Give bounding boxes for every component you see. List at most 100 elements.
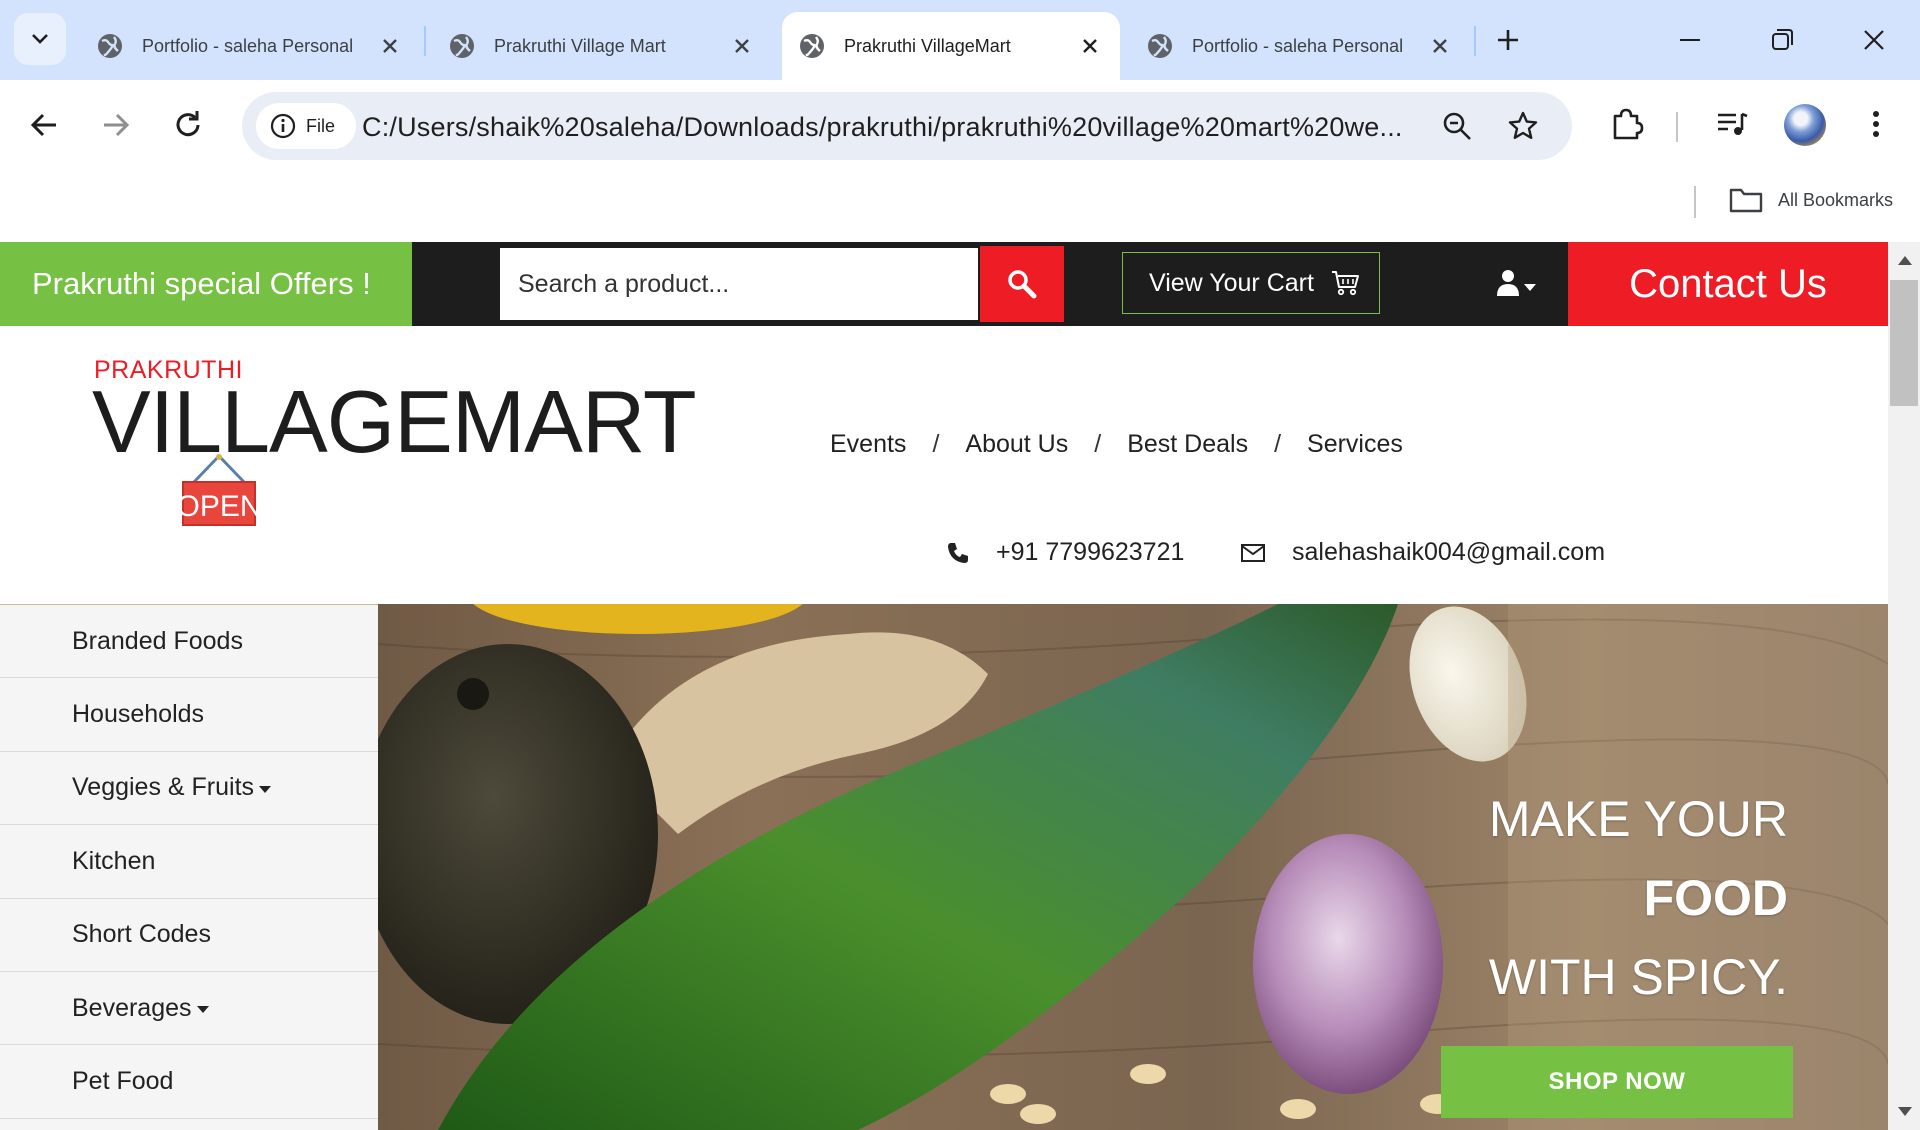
category-item-dropdown[interactable]: Beverages <box>0 972 378 1046</box>
globe-icon <box>1148 34 1172 58</box>
shopping-cart-icon <box>1331 271 1359 296</box>
browser-toolbar: File C:/Users/shaik%20saleha/Downloads/p… <box>0 80 1920 172</box>
category-item[interactable]: Branded Foods <box>0 605 378 679</box>
category-item[interactable]: Kitchen <box>0 825 378 899</box>
caret-down-icon <box>259 785 272 793</box>
back-arrow-icon[interactable] <box>26 107 62 143</box>
tab-divider <box>1474 26 1476 56</box>
search-input[interactable] <box>500 248 978 320</box>
phone-icon <box>948 542 968 563</box>
hero-line-1: MAKE YOUR <box>1488 791 1788 847</box>
search-button[interactable] <box>980 246 1064 322</box>
zoom-icon[interactable] <box>1440 109 1474 143</box>
nav-separator: / <box>1094 430 1102 458</box>
category-label: Pet Food <box>72 1067 174 1096</box>
search-box <box>498 246 980 322</box>
globe-icon <box>800 34 824 58</box>
browser-tab-active[interactable]: Prakruthi VillageMart <box>782 12 1120 80</box>
tab-title: Prakruthi VillageMart <box>844 35 1011 56</box>
restore-icon[interactable] <box>1766 24 1798 56</box>
site-top-bar: Prakruthi special Offers ! View Your Car… <box>0 242 1888 326</box>
nav-link-services[interactable]: Services <box>1307 430 1403 459</box>
bookmarks-bar: All Bookmarks <box>0 172 1920 242</box>
page-viewport: Prakruthi special Offers ! View Your Car… <box>0 242 1888 1130</box>
tab-title: Prakruthi Village Mart <box>494 35 666 56</box>
tab-title: Portfolio - saleha Personal <box>142 35 354 56</box>
forward-arrow-icon[interactable] <box>98 107 134 143</box>
browser-tab[interactable]: Portfolio - saleha Personal <box>80 12 420 80</box>
category-sidebar: Branded Foods Households Veggies & Fruit… <box>0 604 378 1130</box>
chip-label: File <box>306 115 336 136</box>
category-item[interactable]: Households <box>0 678 378 752</box>
tab-divider <box>424 26 426 56</box>
category-label: Branded Foods <box>72 626 243 655</box>
category-label: Kitchen <box>72 846 156 875</box>
phone-contact: +91 7799623721 <box>946 538 1184 567</box>
category-label: Short Codes <box>72 920 211 949</box>
category-item[interactable]: Pet Food <box>0 1045 378 1119</box>
user-account-dropdown[interactable] <box>1494 268 1538 300</box>
info-icon <box>270 113 296 139</box>
cart-label: View Your Cart <box>1149 268 1314 297</box>
email-contact: salehashaik004@gmail.com <box>1240 538 1605 567</box>
close-icon[interactable] <box>380 36 400 56</box>
site-info-chip[interactable]: File <box>256 103 356 149</box>
category-label: Veggies & Fruits <box>72 773 255 802</box>
nav-separator: / <box>932 430 940 458</box>
special-offers-link[interactable]: Prakruthi special Offers ! <box>0 242 412 326</box>
category-item[interactable]: Short Codes <box>0 899 378 972</box>
scrollbar-thumb[interactable] <box>1890 280 1918 406</box>
scroll-up-arrow-icon[interactable] <box>1898 256 1912 265</box>
envelope-icon <box>1241 543 1265 562</box>
email-address[interactable]: salehashaik004@gmail.com <box>1292 538 1605 567</box>
nav-link-about-us[interactable]: About Us <box>965 430 1068 459</box>
view-cart-button[interactable]: View Your Cart <box>1122 252 1380 314</box>
all-bookmarks-label: All Bookmarks <box>1778 189 1894 210</box>
category-item-dropdown[interactable]: Veggies & Fruits <box>0 752 378 826</box>
main-navigation: Events / About Us / Best Deals / Service… <box>830 430 1403 459</box>
reload-icon[interactable] <box>170 107 206 143</box>
address-bar[interactable]: File C:/Users/shaik%20saleha/Downloads/p… <box>242 92 1572 160</box>
profile-avatar[interactable] <box>1784 104 1826 146</box>
browser-tab[interactable]: Prakruthi Village Mart <box>432 12 772 80</box>
page-scrollbar[interactable] <box>1888 242 1920 1130</box>
new-tab-plus-icon[interactable] <box>1494 26 1522 54</box>
close-icon[interactable] <box>1430 36 1450 56</box>
category-label: Households <box>72 700 205 729</box>
media-playlist-icon[interactable] <box>1712 104 1752 144</box>
toolbar-divider <box>1676 112 1678 142</box>
chevron-down-icon <box>32 34 48 44</box>
star-bookmark-icon[interactable] <box>1506 109 1540 143</box>
shop-now-button[interactable]: SHOP NOW <box>1441 1046 1793 1118</box>
close-icon[interactable] <box>1080 36 1100 56</box>
nav-separator: / <box>1274 430 1282 458</box>
category-label: Beverages <box>72 993 192 1022</box>
browser-tab[interactable]: Portfolio - saleha Personal <box>1130 12 1470 80</box>
close-icon[interactable] <box>732 36 752 56</box>
nav-link-best-deals[interactable]: Best Deals <box>1127 430 1248 459</box>
globe-icon <box>98 34 122 58</box>
more-options-icon[interactable] <box>1856 104 1896 144</box>
open-sign-text: OPEN <box>180 490 258 523</box>
tab-title: Portfolio - saleha Personal <box>1192 35 1404 56</box>
all-bookmarks-button[interactable]: All Bookmarks <box>1728 186 1893 214</box>
nav-link-events[interactable]: Events <box>830 430 906 459</box>
hero-headline: MAKE YOUR FOOD WITH SPICY. <box>1489 780 1788 1017</box>
window-close-icon[interactable] <box>1858 24 1890 56</box>
hero-line-2: FOOD <box>1643 870 1788 926</box>
browser-tab-strip: Portfolio - saleha Personal Prakruthi Vi… <box>0 0 1920 80</box>
scroll-down-arrow-icon[interactable] <box>1898 1107 1912 1116</box>
globe-icon <box>450 34 474 58</box>
folder-icon <box>1729 188 1763 213</box>
tab-search-button[interactable] <box>14 13 66 65</box>
caret-down-icon <box>196 1006 209 1014</box>
hero-banner: MAKE YOUR FOOD WITH SPICY. SHOP NOW <box>378 604 1888 1130</box>
extensions-puzzle-icon[interactable] <box>1606 104 1646 144</box>
contact-us-button[interactable]: Contact Us <box>1568 242 1888 326</box>
hero-line-3: WITH SPICY. <box>1488 949 1788 1005</box>
minimize-icon[interactable] <box>1674 24 1706 56</box>
search-icon <box>1008 270 1037 299</box>
phone-number[interactable]: +91 7799623721 <box>996 538 1184 567</box>
url-text[interactable]: C:/Users/shaik%20saleha/Downloads/prakru… <box>362 112 1452 143</box>
user-icon <box>1497 270 1536 296</box>
